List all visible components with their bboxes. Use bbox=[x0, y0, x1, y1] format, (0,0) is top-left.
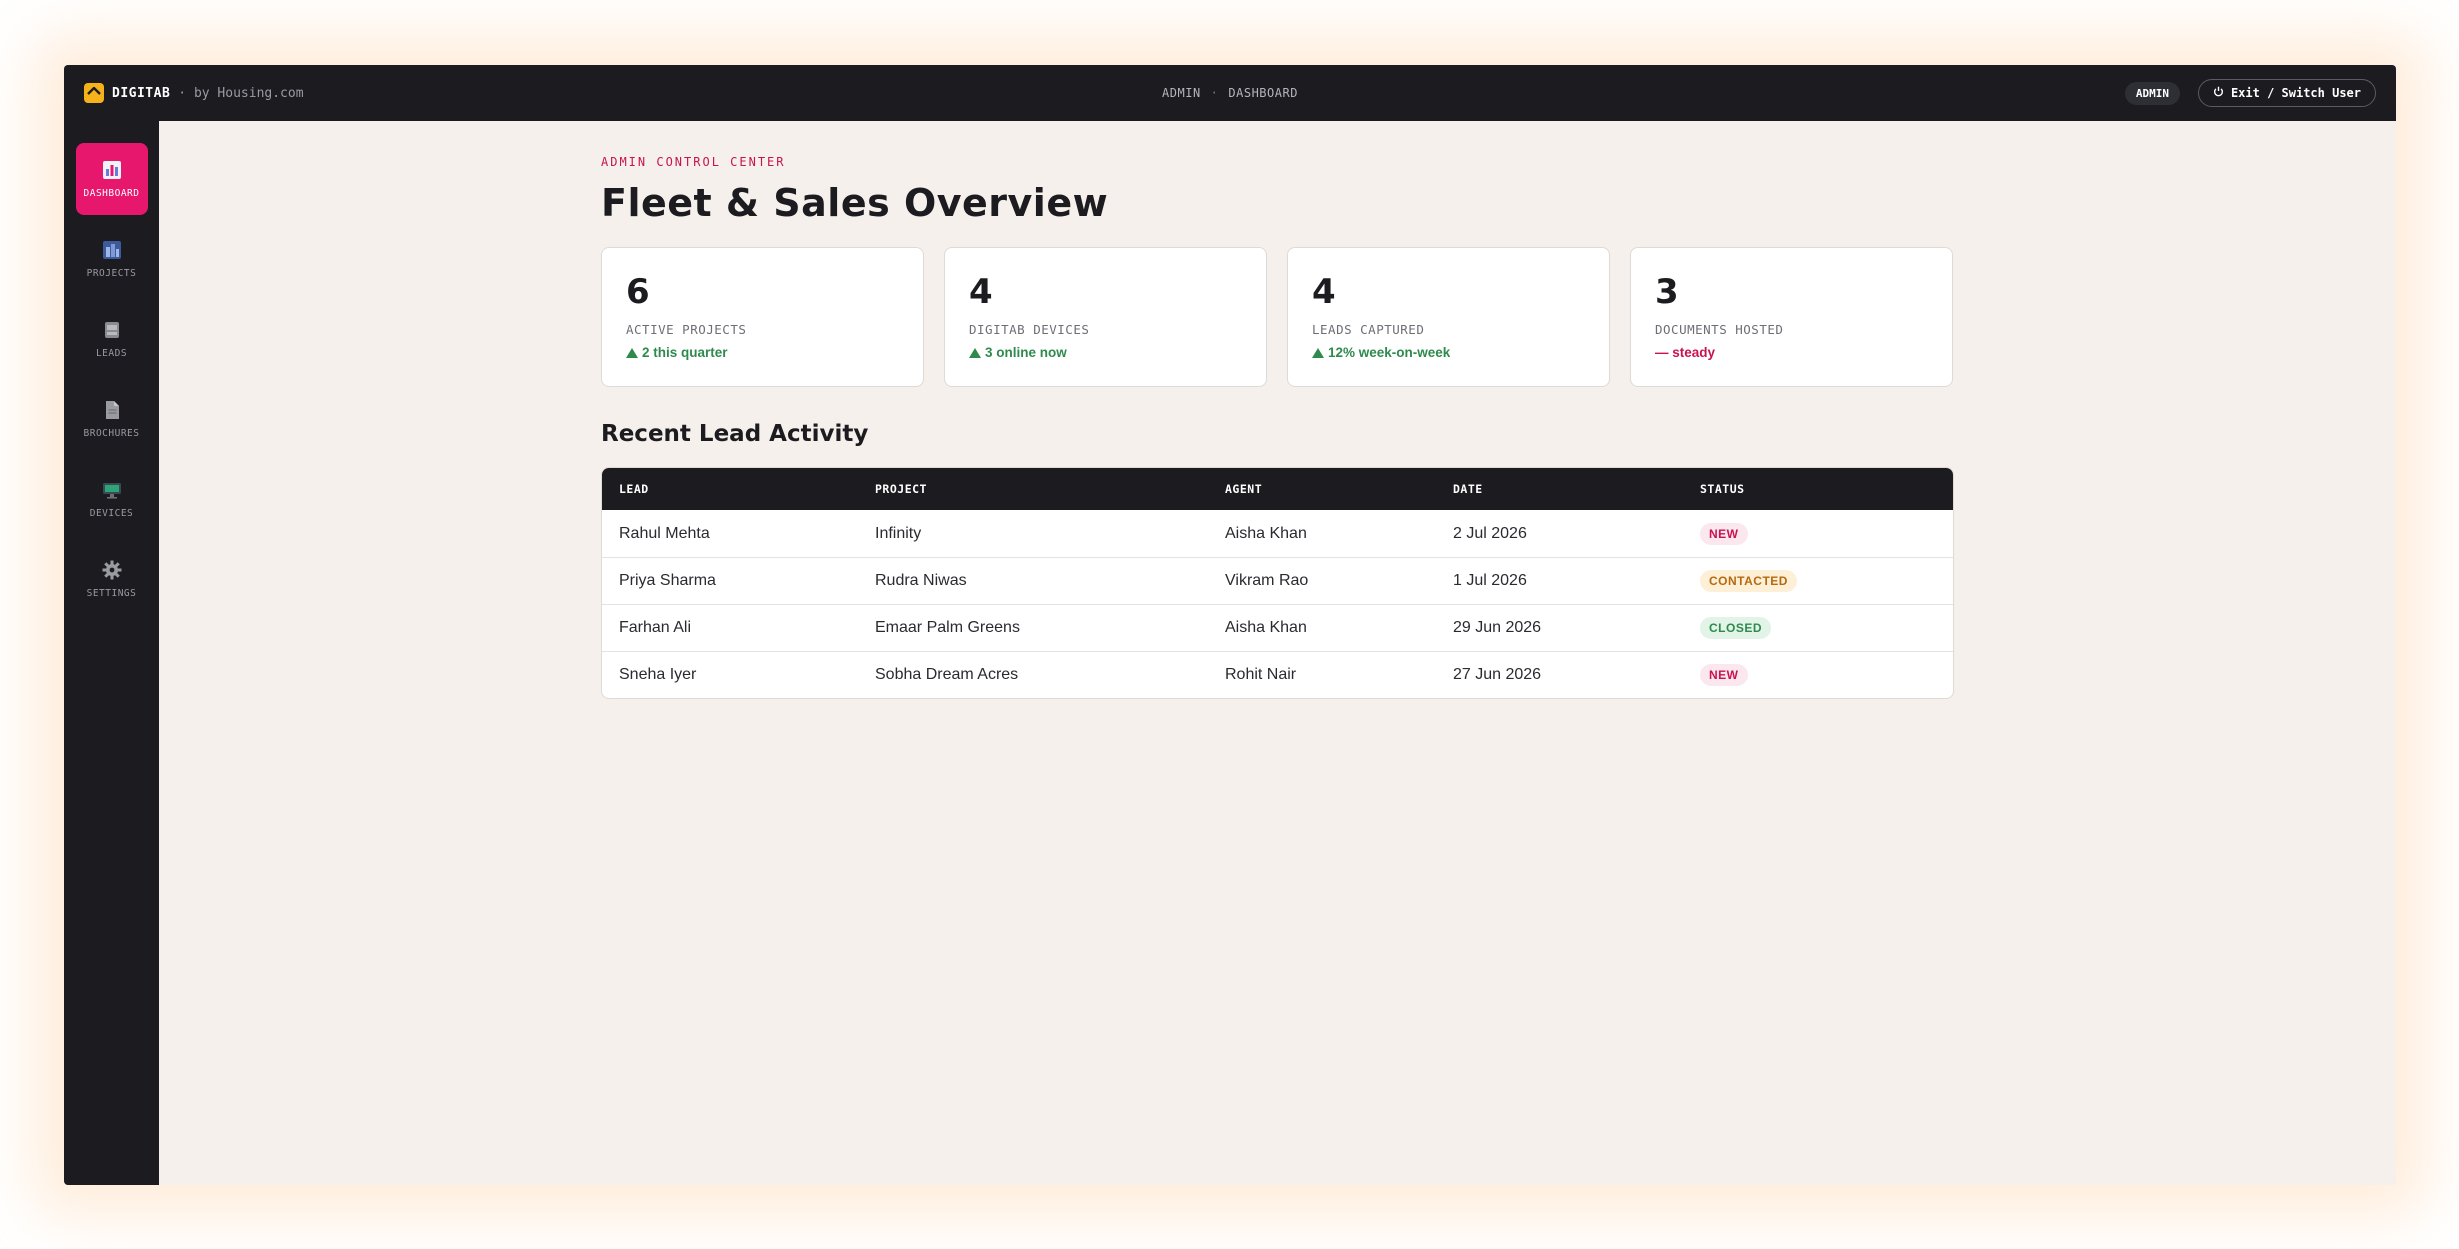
cell-agent: Vikram Rao bbox=[1225, 572, 1309, 589]
stat-card-leads-captured: 4 LEADS CAPTURED 12% week-on-week bbox=[1287, 247, 1610, 387]
sidebar-item-devices[interactable]: DEVICES bbox=[76, 463, 148, 535]
stat-value: 6 bbox=[626, 272, 650, 312]
status-badge: NEW bbox=[1700, 664, 1748, 686]
stat-delta: 3 online now bbox=[969, 345, 1242, 360]
sidebar-item-brochures[interactable]: BROCHURES bbox=[76, 383, 148, 455]
sidebar-item-label: BROCHURES bbox=[83, 428, 140, 439]
monitor-icon bbox=[101, 479, 123, 501]
table-row[interactable]: Rahul Mehta Infinity Aisha Khan 2 Jul 20… bbox=[602, 510, 1953, 557]
stat-label: DOCUMENTS HOSTED bbox=[1655, 322, 1784, 337]
stat-delta: 12% week-on-week bbox=[1312, 345, 1585, 360]
cell-project: Emaar Palm Greens bbox=[875, 619, 1020, 636]
cell-agent: Aisha Khan bbox=[1225, 524, 1307, 542]
house-logo-icon bbox=[84, 83, 104, 103]
cell-date: 29 Jun 2026 bbox=[1453, 619, 1542, 636]
column-header-agent[interactable]: AGENT bbox=[1225, 482, 1453, 496]
stat-delta-text: 12% week-on-week bbox=[1328, 345, 1451, 360]
cell-date: 2 Jul 2026 bbox=[1453, 524, 1527, 542]
document-icon bbox=[101, 399, 123, 421]
page-eyebrow: ADMIN CONTROL CENTER bbox=[601, 155, 786, 169]
cell-date: 27 Jun 2026 bbox=[1453, 666, 1542, 683]
trend-up-icon bbox=[969, 347, 981, 358]
brand[interactable]: DIGITAB · by Housing.com bbox=[84, 83, 304, 103]
cell-date: 1 Jul 2026 bbox=[1453, 572, 1527, 589]
role-badge: ADMIN bbox=[2124, 81, 2180, 105]
cell-lead: Farhan Ali bbox=[619, 619, 692, 636]
cell-lead: Rahul Mehta bbox=[619, 524, 710, 542]
section-title: Recent Lead Activity bbox=[601, 421, 869, 447]
trend-up-icon bbox=[626, 347, 638, 358]
cell-status: CLOSED bbox=[1700, 617, 1950, 639]
trend-up-icon bbox=[1312, 347, 1324, 358]
city-icon bbox=[101, 239, 123, 261]
cell-project: Rudra Niwas bbox=[875, 572, 967, 589]
sidebar-item-label: DASHBOARD bbox=[83, 188, 140, 199]
stat-delta-text: 3 online now bbox=[985, 345, 1067, 360]
table-row[interactable]: Sneha Iyer Sobha Dream Acres Rohit Nair … bbox=[602, 651, 1953, 698]
breadcrumb: ADMIN · DASHBOARD bbox=[64, 65, 2396, 121]
column-header-date[interactable]: DATE bbox=[1453, 482, 1700, 496]
stats-row: 6 ACTIVE PROJECTS 2 this quarter 4 DIGIT… bbox=[601, 247, 1954, 387]
status-badge: NEW bbox=[1700, 522, 1748, 545]
cell-agent: Aisha Khan bbox=[1225, 619, 1307, 636]
table-header: LEAD PROJECT AGENT DATE STATUS bbox=[602, 468, 1953, 510]
exit-switch-user-button[interactable]: Exit / Switch User bbox=[2197, 79, 2376, 107]
sidebar-item-label: PROJECTS bbox=[86, 268, 137, 279]
stat-value: 4 bbox=[1312, 272, 1336, 312]
stat-delta-text: 2 this quarter bbox=[642, 345, 728, 360]
cell-agent: Rohit Nair bbox=[1225, 666, 1297, 683]
gear-icon bbox=[101, 559, 123, 581]
stat-card-active-projects: 6 ACTIVE PROJECTS 2 this quarter bbox=[601, 247, 924, 387]
cell-status: CONTACTED bbox=[1700, 570, 1950, 592]
inbox-icon bbox=[101, 319, 123, 341]
cell-lead: Priya Sharma bbox=[619, 572, 716, 589]
sidebar: DASHBOARD PROJECTS LEADS BROCHURES DEVIC… bbox=[64, 121, 159, 1185]
top-bar: DIGITAB · by Housing.com ADMIN · DASHBOA… bbox=[64, 65, 2396, 121]
stat-card-documents-hosted: 3 DOCUMENTS HOSTED — steady bbox=[1630, 247, 1953, 387]
cell-lead: Sneha Iyer bbox=[619, 666, 697, 683]
column-header-project[interactable]: PROJECT bbox=[875, 482, 1225, 496]
stat-value: 4 bbox=[969, 272, 993, 312]
breadcrumb-page: DASHBOARD bbox=[1228, 86, 1298, 100]
sidebar-item-label: DEVICES bbox=[89, 508, 134, 519]
sidebar-item-leads[interactable]: LEADS bbox=[76, 303, 148, 375]
bar-chart-icon bbox=[101, 159, 123, 181]
main-content: ADMIN CONTROL CENTER Fleet & Sales Overv… bbox=[601, 155, 1954, 699]
stat-label: DIGITAB DEVICES bbox=[969, 322, 1090, 337]
stat-value: 3 bbox=[1655, 272, 1679, 312]
power-icon bbox=[2213, 86, 2224, 100]
cell-project: Infinity bbox=[875, 524, 922, 542]
status-badge: CONTACTED bbox=[1700, 570, 1797, 592]
column-header-lead[interactable]: LEAD bbox=[619, 482, 875, 496]
app-window: DIGITAB · by Housing.com ADMIN · DASHBOA… bbox=[64, 65, 2396, 1185]
stat-delta: 2 this quarter bbox=[626, 345, 899, 360]
breadcrumb-section: ADMIN bbox=[1162, 86, 1201, 100]
stat-card-digitab-devices: 4 DIGITAB DEVICES 3 online now bbox=[944, 247, 1267, 387]
stat-delta-text: — steady bbox=[1655, 345, 1716, 360]
sidebar-item-label: SETTINGS bbox=[86, 588, 137, 599]
cell-status: NEW bbox=[1700, 522, 1950, 545]
stat-label: LEADS CAPTURED bbox=[1312, 322, 1425, 337]
cell-status: NEW bbox=[1700, 664, 1950, 686]
sidebar-item-settings[interactable]: SETTINGS bbox=[76, 543, 148, 615]
sidebar-item-label: LEADS bbox=[95, 348, 128, 359]
brand-name: DIGITAB bbox=[112, 85, 171, 101]
cell-project: Sobha Dream Acres bbox=[875, 666, 1019, 683]
table-body: Rahul Mehta Infinity Aisha Khan 2 Jul 20… bbox=[602, 510, 1953, 698]
sidebar-item-projects[interactable]: PROJECTS bbox=[76, 223, 148, 295]
page-title: Fleet & Sales Overview bbox=[601, 181, 1109, 225]
table-row[interactable]: Priya Sharma Rudra Niwas Vikram Rao 1 Ju… bbox=[602, 557, 1953, 604]
table-row[interactable]: Farhan Ali Emaar Palm Greens Aisha Khan … bbox=[602, 604, 1953, 651]
sidebar-item-dashboard[interactable]: DASHBOARD bbox=[75, 143, 148, 215]
brand-by: · by Housing.com bbox=[178, 85, 304, 101]
top-right-controls: ADMIN Exit / Switch User bbox=[2124, 65, 2376, 121]
lead-activity-table: LEAD PROJECT AGENT DATE STATUS Rahul Meh… bbox=[601, 467, 1954, 699]
breadcrumb-separator: · bbox=[1210, 86, 1219, 100]
stat-delta: — steady bbox=[1655, 345, 1928, 360]
column-header-status[interactable]: STATUS bbox=[1700, 482, 1950, 496]
status-badge: CLOSED bbox=[1700, 617, 1772, 639]
exit-button-label: Exit / Switch User bbox=[2230, 86, 2361, 100]
stat-label: ACTIVE PROJECTS bbox=[626, 322, 747, 337]
